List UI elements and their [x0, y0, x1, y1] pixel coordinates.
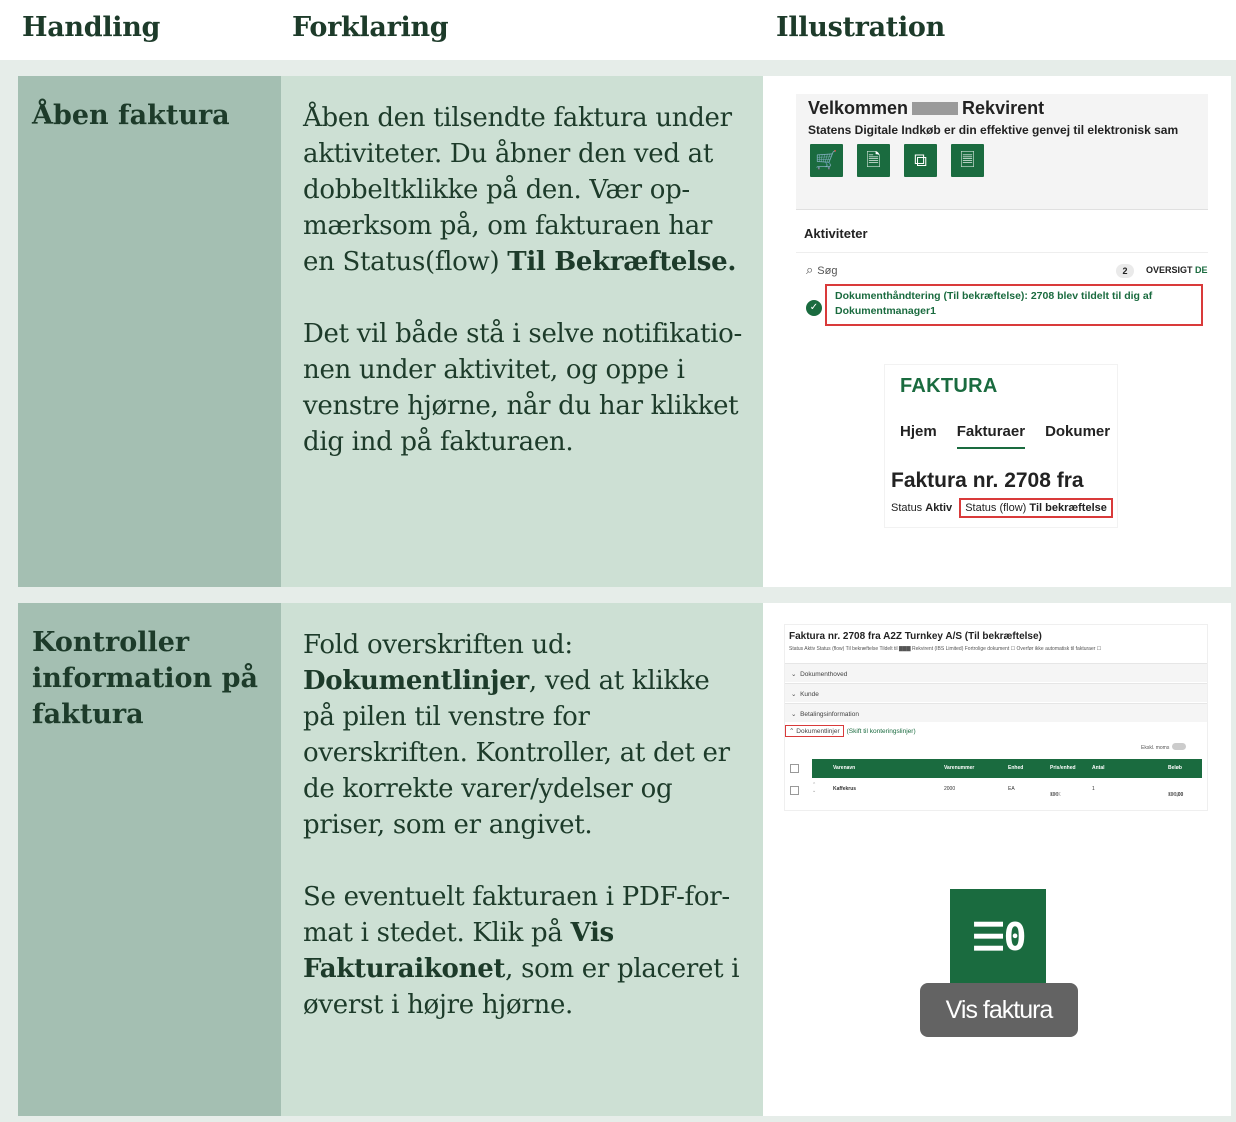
explanation-bold: Dokumentlinjer [303, 666, 529, 696]
tab-hjem[interactable]: Hjem [900, 423, 937, 449]
section-dokumentlinjer[interactable]: ⌃ Dokumentlinjer (Skift til konteringslin… [785, 725, 916, 737]
dokumentlinjer-highlight[interactable]: ⌃ Dokumentlinjer [785, 725, 844, 737]
header-forklaring: Forklaring [292, 12, 449, 43]
section-dokumenthoved[interactable]: ⌄ Dokumenthoved [785, 663, 1207, 682]
action-cell: Åben faktura [18, 76, 281, 587]
header-handling: Handling [22, 12, 161, 43]
tab-fakturaer[interactable]: Fakturaer [956, 423, 1026, 449]
vis-faktura-tooltip: Vis faktura [920, 983, 1078, 1037]
explanation-text-part: Se eventuelt fakturaen i PDF-for­mat i s… [303, 882, 731, 948]
count-badge: 2 [1116, 264, 1134, 278]
vis-faktura-panel: ☰0 Vis faktura [915, 849, 1085, 1054]
explanation-text: Åben den tilsendte faktura under aktivit… [303, 100, 743, 460]
select-all-checkbox[interactable] [790, 764, 799, 773]
ekskl-moms-toggle[interactable]: Ekskl. moms [1141, 743, 1187, 751]
explanation-text-part: Fold overskriften ud: [303, 630, 573, 660]
cell-antal: 1 [1092, 786, 1095, 792]
check-icon: ✓ [806, 300, 822, 316]
invoice-meta: Status Aktiv Status (flow) Til bekræftel… [789, 646, 1102, 652]
divider [796, 252, 1208, 253]
vis-faktura-icon[interactable]: ☰0 [950, 889, 1046, 985]
explanation-paragraph-2: Det vil både stå i selve notifikatio­nen… [303, 319, 743, 457]
header-illustration: Illustration [776, 12, 945, 43]
notification-line-2: Dokumentmanager1 [835, 305, 936, 317]
switch-link[interactable]: (Skift til konteringslinjer) [847, 728, 916, 735]
welcome-subtitle: Statens Digitale Indkøb er din effektive… [808, 123, 1179, 137]
document-icon[interactable]: 🗏 [951, 144, 984, 177]
table-row-open-invoice: Åben faktura Åben den tilsendte faktura … [18, 76, 1231, 587]
notification-item[interactable]: Dokumenthåndtering (Til bekræftelse): 27… [825, 284, 1203, 326]
reorder-icon[interactable]: ⌃ ⌄ [812, 782, 816, 794]
table-header-row: Varenavn Varenummer Enhed Pris/enhed Ant… [812, 759, 1202, 778]
faktura-header: FAKTURA [900, 375, 998, 397]
tab-dokumenter[interactable]: Dokumer [1045, 423, 1110, 449]
table-row-check-invoice: Kontroller information på faktura Fold o… [18, 603, 1231, 1116]
redacted-name [912, 102, 959, 115]
welcome-panel: Velkommen Rekvirent Statens Digitale Indk… [796, 94, 1208, 209]
tab-bar: Hjem Fakturaer Dokumer [900, 423, 1110, 449]
document-compare-icon[interactable]: ⧉ [904, 144, 937, 177]
cart-icon[interactable]: 🛒 [810, 144, 843, 177]
toggle-switch[interactable] [1172, 743, 1187, 750]
explanation-text: Fold overskriften ud: Dokumentlinjer, ve… [303, 627, 743, 1023]
invoice-status: Status Aktiv Status (flow) Til bekræftel… [891, 498, 1113, 518]
activities-panel: Aktiviteter ⌕ Søg 2 OVERSIGT DE ✓ Dokumen… [796, 209, 1208, 351]
section-kunde[interactable]: ⌄ Kunde [785, 683, 1207, 702]
invoice-title: Faktura nr. 2708 fra A2Z Turnkey A/S (Ti… [789, 631, 1042, 642]
invoice-document-panel: Faktura nr. 2708 fra A2Z Turnkey A/S (Ti… [785, 625, 1207, 810]
activities-title: Aktiviteter [804, 226, 868, 241]
cell-varenavn: Kaffekrus [833, 786, 857, 792]
illustration-cell: Faktura nr. 2708 fra A2Z Turnkey A/S (Ti… [763, 603, 1231, 1116]
cell-varenummer: 2000 [944, 786, 956, 792]
section-betalingsinformation[interactable]: ⌄ Betalingsinformation [785, 703, 1207, 722]
explanation-cell: Fold overskriften ud: Dokumentlinjer, ve… [281, 603, 763, 1116]
flow-status-highlight: Status (flow) Til bekræftelse [959, 498, 1113, 518]
cell-enhed: EA [1008, 786, 1015, 792]
column-varenummer: Varenummer [944, 765, 975, 771]
column-pris: Pris/enhed [1050, 765, 1076, 771]
document-add-icon[interactable]: 🗎 [857, 144, 890, 177]
invoice-number: Faktura nr. 2708 fra [891, 469, 1084, 492]
welcome-title: Velkommen Rekvirent [808, 98, 1045, 118]
table-row: ⌃ ⌄ Kaffekrus 2000 EA 100 DKK 1 100,00 DK… [812, 782, 1184, 798]
shortcut-tiles: 🛒 🗎 ⧉ 🗏 [810, 144, 984, 177]
search-icon: ⌕ [806, 262, 814, 277]
illustration-cell: Velkommen Rekvirent Statens Digitale Indk… [763, 76, 1231, 587]
row-checkbox[interactable] [790, 786, 799, 795]
column-antal: Antal [1092, 765, 1105, 771]
explanation-cell: Åben den tilsendte faktura under aktivit… [281, 76, 763, 587]
action-cell: Kontroller information på faktura [18, 603, 281, 1116]
action-title: Åben faktura [32, 100, 230, 131]
column-enhed: Enhed [1008, 765, 1024, 771]
column-beloeb: Beløb [1168, 765, 1182, 771]
column-varenavn: Varenavn [833, 765, 856, 771]
invoice-header-panel: FAKTURA Hjem Fakturaer Dokumer Faktura n… [885, 365, 1117, 527]
table-header: Handling Forklaring Illustration [0, 0, 1236, 60]
overview-link[interactable]: OVERSIGT DE [1146, 265, 1208, 275]
search-input[interactable]: ⌕ Søg [806, 262, 837, 278]
explanation-bold: Til Bekræftelse. [507, 247, 737, 277]
action-title: Kontroller information på faktura [32, 627, 258, 730]
notification-line-1: Dokumenthåndtering (Til bekræftelse): 27… [835, 290, 1153, 302]
